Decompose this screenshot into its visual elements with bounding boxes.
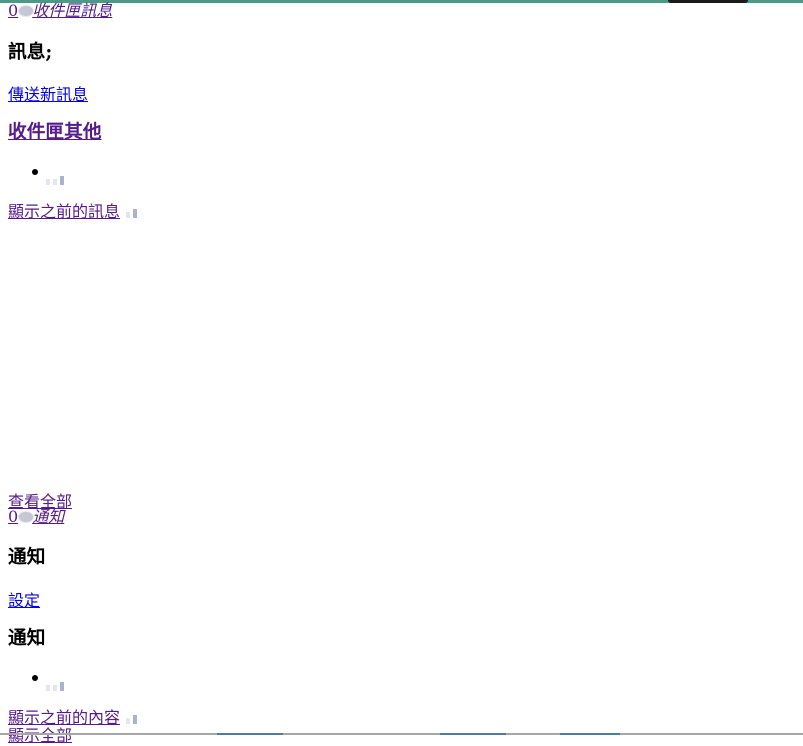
messages-jewel-label: 收件匣訊息: [32, 1, 113, 20]
notifications-title: 通知: [8, 546, 46, 568]
notifications-jewel-label: 通知: [32, 507, 65, 526]
loading-indicator-icon: [126, 709, 140, 728]
messages-jewel-link[interactable]: 0 收件匣訊息: [8, 2, 112, 20]
messages-count: 0: [8, 1, 19, 20]
loading-indicator-icon: [46, 672, 67, 691]
inbox-other-link[interactable]: 收件匣其他: [8, 120, 102, 144]
list-item-bullet: [32, 675, 38, 681]
send-new-message-link[interactable]: 傳送新訊息: [8, 81, 88, 105]
loading-indicator-icon: [126, 203, 140, 222]
show-older-messages-link[interactable]: 顯示之前的訊息: [8, 202, 120, 221]
notification-settings-link[interactable]: 設定: [8, 587, 40, 611]
notifications-list-title: 通知: [8, 627, 46, 649]
messages-title: 訊息;: [8, 41, 53, 63]
list-item-bullet: [32, 169, 38, 175]
top-bar-handle: [668, 0, 748, 3]
notifications-jewel-link[interactable]: 0 通知: [8, 508, 64, 526]
notifications-count: 0: [8, 507, 19, 526]
loading-indicator-icon: [46, 166, 67, 185]
show-older-messages-row: 顯示之前的訊息: [8, 198, 140, 222]
